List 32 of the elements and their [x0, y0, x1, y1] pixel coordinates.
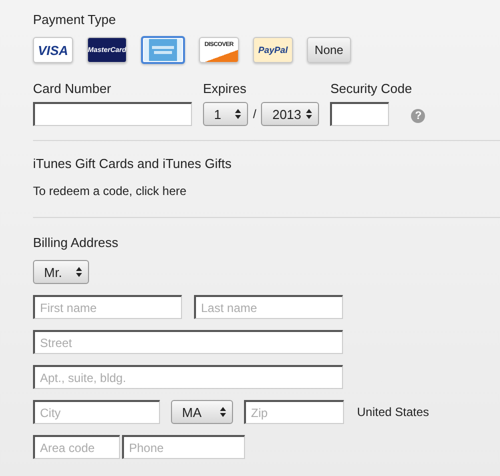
card-type-button[interactable]: [141, 36, 185, 64]
stepper-icon: [220, 407, 226, 417]
salutation-select[interactable]: Mr.: [33, 260, 89, 284]
last-name-field[interactable]: Last name: [194, 295, 343, 319]
date-separator: /: [253, 107, 256, 121]
apt-field[interactable]: Apt., suite, bldg.: [33, 365, 343, 389]
city-field[interactable]: City: [33, 400, 160, 424]
field-label: Expires: [203, 81, 248, 96]
area-code-field[interactable]: Area code: [33, 435, 120, 459]
card-number-field[interactable]: [33, 102, 192, 126]
field-label: Security Code: [330, 81, 413, 96]
field-label: Card Number: [33, 81, 112, 96]
month-select[interactable]: 1: [203, 102, 248, 126]
redeem-link[interactable]: To redeem a code, click here: [33, 184, 186, 198]
section-title: iTunes Gift Cards and iTunes Gifts: [33, 156, 232, 173]
first-name-field[interactable]: First name: [33, 295, 182, 319]
stepper-icon: [235, 109, 241, 119]
card-type-button[interactable]: VISA: [33, 37, 73, 63]
state-select[interactable]: MA: [171, 400, 233, 424]
none-button[interactable]: None: [307, 37, 351, 63]
phone-field[interactable]: Phone: [122, 435, 245, 459]
stepper-icon: [306, 109, 312, 119]
country-text: United States: [357, 405, 430, 419]
security-code-field[interactable]: [330, 102, 390, 126]
year-select[interactable]: 2013: [261, 102, 320, 126]
card-logo-icon: [144, 39, 182, 61]
section-title: Payment Type: [33, 12, 117, 29]
section-title: Billing Address: [33, 235, 120, 252]
zip-field[interactable]: Zip: [244, 400, 344, 424]
card-type-button[interactable]: PayPal: [253, 37, 293, 63]
street-field[interactable]: Street: [33, 330, 343, 354]
stepper-icon: [76, 267, 82, 277]
